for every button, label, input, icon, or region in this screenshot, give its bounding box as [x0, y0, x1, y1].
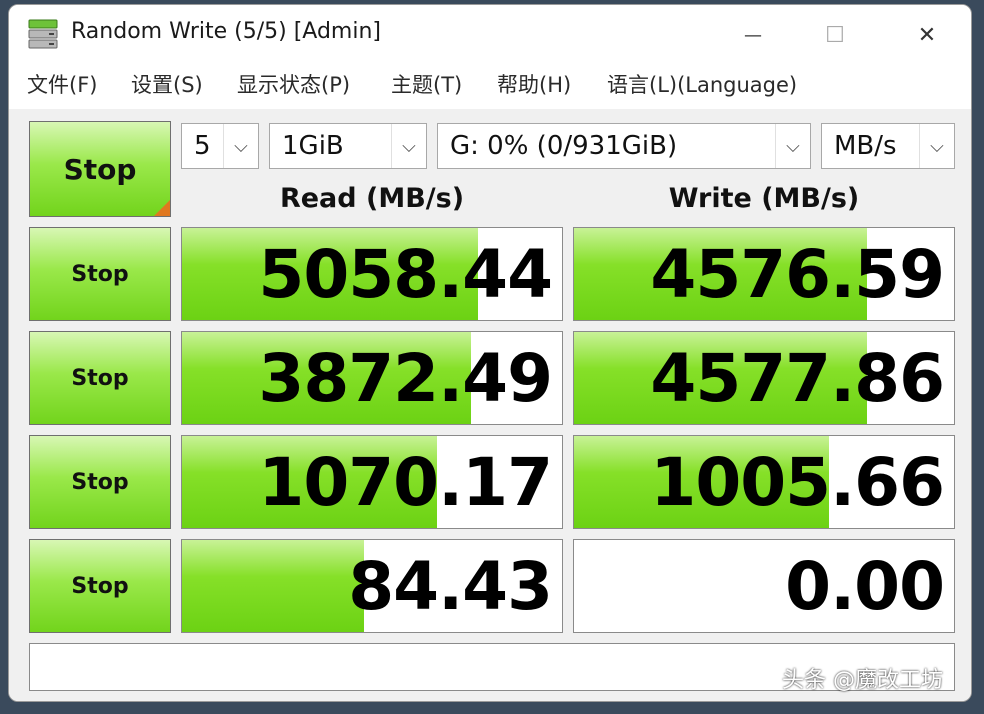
all-stop-button[interactable]: Stop [29, 121, 171, 217]
write-result-cell-2: 4577.86 [573, 331, 955, 425]
stop-label: Stop [71, 261, 129, 287]
minimize-icon: — [744, 24, 762, 46]
write-result-cell-4: 0.00 [573, 539, 955, 633]
write-value: 0.00 [785, 547, 945, 625]
unit-select[interactable]: MB/s ⌵ [821, 123, 955, 169]
menu-display-status[interactable]: 显示状态(P) [237, 61, 350, 109]
all-stop-label: Stop [63, 152, 137, 186]
menu-help[interactable]: 帮助(H) [497, 61, 571, 109]
minimize-button[interactable]: — [729, 15, 777, 55]
read-result-cell-3: 1070.17 [181, 435, 563, 529]
write-result-cell-3: 1005.66 [573, 435, 955, 529]
maximize-button[interactable]: ☐ [811, 15, 859, 55]
menu-settings[interactable]: 设置(S) [131, 61, 203, 109]
chevron-down-icon: ⌵ [919, 124, 954, 168]
read-result-cell-4: 84.43 [181, 539, 563, 633]
read-progress-bar [182, 540, 365, 632]
menu-theme[interactable]: 主题(T) [391, 61, 462, 109]
watermark: 头条 @魔改工坊 [782, 668, 943, 693]
maximize-icon: ☐ [825, 22, 845, 48]
stop-label: Stop [71, 573, 129, 599]
drive-select[interactable]: G: 0% (0/931GiB) ⌵ [437, 123, 811, 169]
unit-value: MB/s [834, 131, 897, 161]
write-column-header: Write (MB/s) [668, 183, 860, 214]
write-value: 4577.86 [650, 339, 945, 417]
close-button[interactable]: ✕ [903, 15, 951, 55]
test-size-select[interactable]: 1GiB ⌵ [269, 123, 427, 169]
stop-button-1[interactable]: Stop [29, 227, 171, 321]
app-window: Random Write (5/5) [Admin] — ☐ ✕ 文件(F) 设… [8, 4, 972, 702]
test-count-value: 5 [194, 131, 211, 161]
test-count-select[interactable]: 5 ⌵ [181, 123, 259, 169]
drive-value: G: 0% (0/931GiB) [450, 131, 678, 161]
menu-language[interactable]: 语言(L)(Language) [607, 61, 797, 109]
read-result-cell-1: 5058.44 [181, 227, 563, 321]
title-bar: Random Write (5/5) [Admin] — ☐ ✕ [9, 5, 971, 61]
write-value: 1005.66 [650, 443, 945, 521]
window-title: Random Write (5/5) [Admin] [71, 19, 381, 44]
close-icon: ✕ [917, 22, 937, 48]
read-value: 3872.49 [258, 339, 553, 417]
read-result-cell-2: 3872.49 [181, 331, 563, 425]
stop-label: Stop [71, 365, 129, 391]
chevron-down-icon: ⌵ [391, 124, 426, 168]
read-column-header: Read (MB/s) [279, 183, 465, 214]
chevron-down-icon: ⌵ [775, 124, 810, 168]
disk-app-icon [28, 19, 58, 49]
write-value: 4576.59 [650, 235, 945, 313]
test-size-value: 1GiB [282, 131, 344, 161]
write-result-cell-1: 4576.59 [573, 227, 955, 321]
main-panel: Stop 5 ⌵ 1GiB ⌵ G: 0% (0/931GiB) ⌵ MB/s … [9, 109, 971, 701]
read-value: 84.43 [348, 547, 553, 625]
stop-button-2[interactable]: Stop [29, 331, 171, 425]
read-value: 1070.17 [258, 443, 553, 521]
stop-button-3[interactable]: Stop [29, 435, 171, 529]
chevron-down-icon: ⌵ [223, 124, 258, 168]
corner-marker [154, 200, 170, 216]
menu-bar: 文件(F) 设置(S) 显示状态(P) 主题(T) 帮助(H) 语言(L)(La… [9, 61, 971, 110]
read-value: 5058.44 [258, 235, 553, 313]
menu-file[interactable]: 文件(F) [27, 61, 97, 109]
stop-button-4[interactable]: Stop [29, 539, 171, 633]
stop-label: Stop [71, 469, 129, 495]
